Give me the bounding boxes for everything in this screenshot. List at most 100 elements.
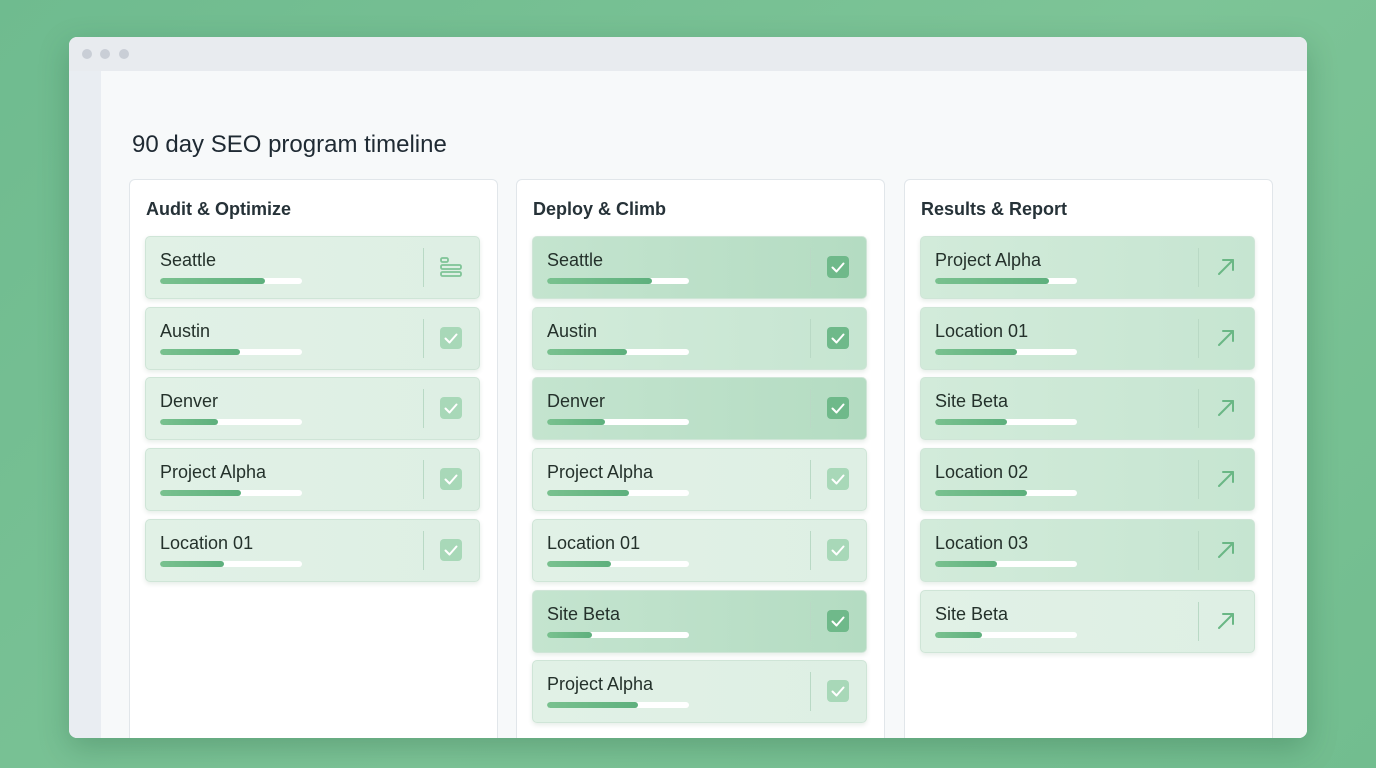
card-divider [423, 460, 424, 500]
arrow-up-right-icon [1214, 396, 1238, 420]
progress-fill [935, 419, 1008, 426]
card-label: Location 01 [160, 532, 254, 553]
card-divider [423, 318, 424, 358]
task-card[interactable]: Location 03 [920, 518, 1255, 582]
card-divider [1198, 318, 1199, 358]
progress-bar [935, 490, 1077, 497]
progress-fill [547, 348, 627, 355]
task-card[interactable]: Project Alpha [920, 236, 1255, 299]
progress-fill [547, 702, 638, 709]
card-label: Project Alpha [160, 462, 267, 483]
card-divider [1198, 601, 1199, 641]
progress-bar [160, 490, 302, 497]
task-card[interactable]: Project Alpha [145, 448, 480, 512]
card-label: Project Alpha [547, 674, 654, 695]
progress-bar [547, 490, 689, 497]
card-label: Site Beta [547, 603, 621, 624]
card-label: Seattle [160, 250, 217, 270]
progress-fill [547, 560, 611, 567]
card-divider [810, 248, 811, 287]
progress-bar [935, 278, 1077, 284]
check-icon[interactable] [826, 679, 850, 703]
task-card[interactable]: Location 02 [920, 448, 1255, 512]
progress-fill [160, 490, 241, 497]
card-divider [810, 318, 811, 358]
progress-bar [935, 560, 1077, 567]
task-card[interactable]: Project Alpha [532, 660, 867, 724]
progress-fill [160, 278, 266, 284]
card-divider [1198, 248, 1199, 287]
column-title: Results & Report [921, 199, 1068, 219]
window-maximize-dot[interactable] [119, 49, 129, 59]
card-divider [1198, 460, 1199, 500]
check-icon[interactable] [439, 538, 463, 562]
task-card[interactable]: Location 01 [532, 518, 867, 582]
task-card[interactable]: Denver [532, 377, 867, 441]
progress-bar [547, 702, 689, 709]
card-label: Project Alpha [547, 462, 654, 483]
progress-bar [547, 560, 689, 567]
column-deploy-climb: Deploy & Climb Seattle Austin Denver Projec… [516, 179, 885, 738]
progress-bar [547, 419, 689, 426]
window-titlebar [69, 37, 1307, 71]
progress-bar [160, 348, 302, 355]
progress-bar [547, 348, 689, 355]
task-card[interactable]: Project Alpha [532, 448, 867, 512]
progress-bar [547, 631, 689, 638]
progress-bar [935, 419, 1077, 426]
check-icon[interactable] [826, 396, 850, 420]
progress-fill [547, 278, 653, 284]
card-divider [423, 530, 424, 570]
task-card[interactable]: Location 01 [920, 306, 1255, 370]
sidebar [69, 71, 101, 738]
column-audit-optimize: Audit & Optimize Seattle Austin Denver Proj… [129, 179, 498, 738]
card-label: Site Beta [935, 603, 1009, 624]
check-icon[interactable] [439, 467, 463, 491]
progress-bar [547, 278, 689, 284]
progress-fill [160, 560, 224, 567]
column-title: Audit & Optimize [146, 199, 291, 219]
arrow-up-right-icon [1214, 467, 1238, 491]
task-card[interactable]: Location 01 [145, 518, 480, 582]
card-divider [423, 248, 424, 287]
check-icon[interactable] [439, 326, 463, 350]
arrow-up-right-icon [1214, 326, 1238, 350]
task-card[interactable]: Seattle [145, 236, 480, 299]
card-label: Denver [160, 391, 219, 412]
task-card[interactable]: Site Beta [920, 377, 1255, 441]
window-close-dot[interactable] [82, 49, 92, 59]
arrow-up-right-icon [1214, 609, 1238, 633]
card-divider [810, 672, 811, 712]
list-bars-icon [439, 255, 463, 279]
check-icon[interactable] [826, 326, 850, 350]
task-card[interactable]: Austin [532, 306, 867, 370]
check-icon[interactable] [439, 396, 463, 420]
progress-fill [935, 631, 982, 638]
check-icon[interactable] [826, 255, 850, 279]
card-label: Location 01 [547, 532, 641, 553]
progress-bar [160, 560, 302, 567]
card-label: Site Beta [935, 391, 1009, 412]
card-label: Location 03 [935, 532, 1029, 553]
task-card[interactable]: Site Beta [532, 589, 867, 653]
card-label: Location 02 [935, 462, 1029, 483]
task-card[interactable]: Seattle [532, 236, 867, 299]
check-icon[interactable] [826, 609, 850, 633]
column-title: Deploy & Climb [533, 199, 667, 219]
card-label: Austin [160, 320, 211, 341]
check-icon[interactable] [826, 538, 850, 562]
card-divider [810, 460, 811, 500]
window-minimize-dot[interactable] [100, 49, 110, 59]
progress-fill [547, 490, 630, 497]
card-divider [810, 389, 811, 429]
check-icon[interactable] [826, 467, 850, 491]
task-card[interactable]: Site Beta [920, 589, 1255, 653]
task-card[interactable]: Denver [145, 377, 480, 441]
main-content: 90 day SEO program timeline Audit & Opti… [101, 71, 1307, 738]
progress-bar [935, 631, 1077, 638]
card-divider [810, 601, 811, 641]
progress-bar [160, 278, 302, 284]
card-label: Denver [547, 391, 606, 412]
task-card[interactable]: Austin [145, 306, 480, 370]
progress-fill [547, 631, 593, 638]
